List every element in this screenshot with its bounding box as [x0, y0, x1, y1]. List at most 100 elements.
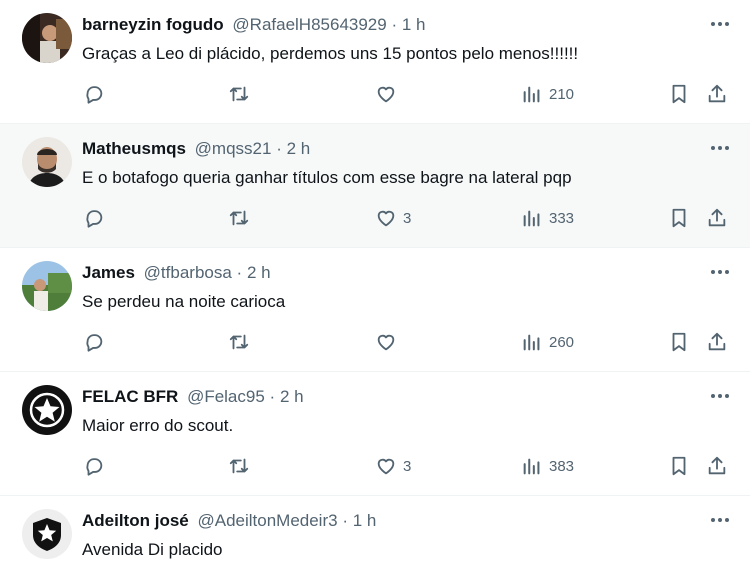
- share-icon: [708, 208, 726, 227]
- views-button[interactable]: 210: [521, 82, 574, 106]
- reply-icon: [86, 210, 103, 228]
- separator-dot: ·: [391, 15, 398, 34]
- reply-button[interactable]: [83, 206, 105, 230]
- more-icon[interactable]: [708, 510, 732, 530]
- tweet[interactable]: Matheusmqs @mqss21 · 2 h E o botafogo qu…: [0, 124, 750, 248]
- tweet-actions: 3 383: [0, 454, 750, 478]
- views-count: 260: [549, 333, 575, 351]
- views-count: 383: [549, 457, 575, 475]
- reply-feed: barneyzin fogudo @RafaelH85643929 · 1 h …: [0, 0, 750, 565]
- views-icon: [523, 86, 540, 103]
- author-handle[interactable]: @AdeiltonMedeir3: [197, 511, 337, 530]
- views-icon: [523, 458, 540, 475]
- tweet-header: James @tfbarbosa · 2 h: [82, 261, 271, 285]
- bookmark-button[interactable]: [668, 454, 690, 478]
- tweet-text: E o botafogo queria ganhar títulos com e…: [82, 168, 572, 187]
- bookmark-icon: [672, 84, 686, 104]
- author-name[interactable]: barneyzin fogudo: [82, 15, 224, 34]
- avatar[interactable]: [22, 261, 72, 311]
- bookmark-button[interactable]: [668, 330, 690, 354]
- share-icon: [708, 332, 726, 351]
- retweet-button[interactable]: [228, 82, 250, 106]
- retweet-icon: [229, 86, 249, 102]
- separator-dot: ·: [276, 139, 282, 158]
- author-name[interactable]: Adeilton josé: [82, 511, 189, 530]
- separator-dot: ·: [269, 387, 276, 406]
- tweet-actions: 3 333: [0, 206, 750, 230]
- timestamp[interactable]: 1 h: [402, 15, 426, 34]
- author-name[interactable]: Matheusmqs: [82, 139, 186, 158]
- views-button[interactable]: 383: [521, 454, 574, 478]
- bookmark-button[interactable]: [668, 82, 690, 106]
- more-icon[interactable]: [708, 386, 732, 406]
- tweet-text: Maior erro do scout.: [82, 416, 234, 435]
- tweet[interactable]: FELAC BFR @Felac95 · 2 h Maior erro do s…: [0, 372, 750, 496]
- views-button[interactable]: 260: [521, 330, 574, 354]
- heart-icon: [377, 210, 395, 227]
- tweet-actions: 260: [0, 330, 750, 354]
- heart-icon: [377, 334, 395, 351]
- like-button[interactable]: 3: [375, 206, 411, 230]
- bookmark-button[interactable]: [668, 206, 690, 230]
- views-count: 210: [549, 85, 575, 103]
- timestamp[interactable]: 1 h: [353, 511, 377, 530]
- author-handle[interactable]: @RafaelH85643929: [232, 15, 386, 34]
- share-button[interactable]: [706, 454, 728, 478]
- author-handle[interactable]: @tfbarbosa: [144, 263, 232, 282]
- tweet-text: Avenida Di placido: [82, 540, 223, 559]
- avatar[interactable]: [22, 13, 72, 63]
- reply-button[interactable]: [83, 82, 105, 106]
- timestamp[interactable]: 2 h: [287, 139, 311, 158]
- author-handle[interactable]: @mqss21: [195, 139, 272, 158]
- retweet-button[interactable]: [228, 454, 250, 478]
- tweet-text: Se perdeu na noite carioca: [82, 292, 286, 311]
- retweet-icon: [229, 458, 249, 474]
- views-button[interactable]: 333: [521, 206, 574, 230]
- reply-icon: [86, 334, 103, 352]
- reply-icon: [86, 458, 103, 476]
- share-button[interactable]: [706, 82, 728, 106]
- tweet-header: Matheusmqs @mqss21 · 2 h: [82, 137, 310, 161]
- bookmark-icon: [672, 332, 686, 352]
- tweet-header: Adeilton josé @AdeiltonMedeir3 · 1 h: [82, 509, 376, 533]
- tweet-actions: 210: [0, 82, 750, 106]
- author-name[interactable]: James: [82, 263, 135, 282]
- like-count: 3: [403, 209, 412, 227]
- share-icon: [708, 456, 726, 475]
- tweet[interactable]: barneyzin fogudo @RafaelH85643929 · 1 h …: [0, 0, 750, 124]
- timestamp[interactable]: 2 h: [280, 387, 304, 406]
- bookmark-icon: [672, 208, 686, 228]
- tweet[interactable]: James @tfbarbosa · 2 h Se perdeu na noit…: [0, 248, 750, 372]
- more-icon[interactable]: [708, 14, 732, 34]
- views-icon: [523, 210, 540, 227]
- tweet-header: barneyzin fogudo @RafaelH85643929 · 1 h: [82, 13, 426, 37]
- tweet-text: Graças a Leo di plácido, perdemos uns 15…: [82, 44, 579, 63]
- like-button[interactable]: 3: [375, 454, 411, 478]
- like-count: 3: [403, 457, 412, 475]
- avatar[interactable]: [22, 137, 72, 187]
- tweet-header: FELAC BFR @Felac95 · 2 h: [82, 385, 304, 409]
- timestamp[interactable]: 2 h: [247, 263, 271, 282]
- share-button[interactable]: [706, 206, 728, 230]
- retweet-icon: [229, 210, 249, 226]
- retweet-button[interactable]: [228, 206, 250, 230]
- avatar[interactable]: [22, 385, 72, 435]
- reply-button[interactable]: [83, 454, 105, 478]
- separator-dot: ·: [236, 263, 243, 282]
- heart-icon: [377, 458, 395, 475]
- tweet[interactable]: Adeilton josé @AdeiltonMedeir3 · 1 h Ave…: [0, 496, 750, 565]
- reply-button[interactable]: [83, 330, 105, 354]
- more-icon[interactable]: [708, 262, 732, 282]
- avatar[interactable]: [22, 509, 72, 559]
- views-count: 333: [549, 209, 575, 227]
- views-icon: [523, 334, 540, 351]
- author-handle[interactable]: @Felac95: [187, 387, 265, 406]
- more-icon[interactable]: [708, 138, 732, 158]
- share-icon: [708, 84, 726, 103]
- author-name[interactable]: FELAC BFR: [82, 387, 178, 406]
- retweet-button[interactable]: [228, 330, 250, 354]
- separator-dot: ·: [342, 511, 348, 530]
- like-button[interactable]: [375, 330, 403, 354]
- share-button[interactable]: [706, 330, 728, 354]
- like-button[interactable]: [375, 82, 403, 106]
